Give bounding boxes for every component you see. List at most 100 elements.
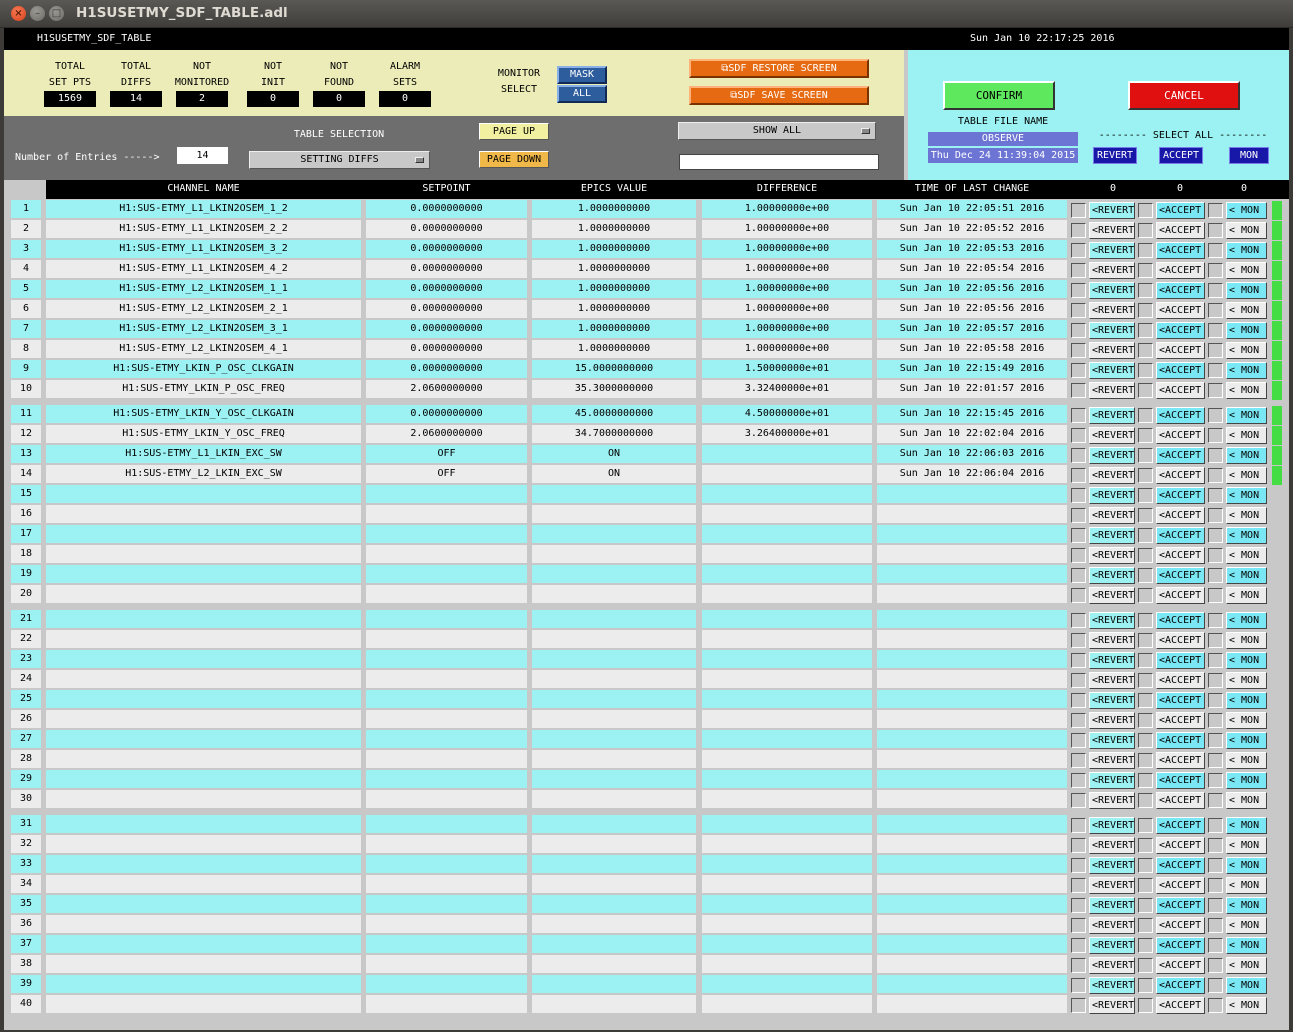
accept-checkbox[interactable]	[1138, 588, 1153, 603]
accept-checkbox[interactable]	[1138, 528, 1153, 543]
revert-checkbox[interactable]	[1071, 753, 1086, 768]
mon-button[interactable]: < MON	[1226, 837, 1267, 854]
revert-checkbox[interactable]	[1071, 528, 1086, 543]
revert-button[interactable]: <REVERT	[1089, 817, 1135, 834]
revert-button[interactable]: <REVERT	[1089, 282, 1135, 299]
revert-button[interactable]: <REVERT	[1089, 567, 1135, 584]
revert-checkbox[interactable]	[1071, 673, 1086, 688]
revert-checkbox[interactable]	[1071, 343, 1086, 358]
mon-checkbox[interactable]	[1208, 283, 1223, 298]
accept-button[interactable]: <ACCEPT	[1156, 222, 1205, 239]
accept-button[interactable]: <ACCEPT	[1156, 487, 1205, 504]
revert-button[interactable]: <REVERT	[1089, 547, 1135, 564]
mon-checkbox[interactable]	[1208, 343, 1223, 358]
revert-checkbox[interactable]	[1071, 773, 1086, 788]
mon-checkbox[interactable]	[1208, 773, 1223, 788]
revert-button[interactable]: <REVERT	[1089, 427, 1135, 444]
accept-checkbox[interactable]	[1138, 838, 1153, 853]
accept-checkbox[interactable]	[1138, 243, 1153, 258]
accept-button[interactable]: <ACCEPT	[1156, 302, 1205, 319]
accept-checkbox[interactable]	[1138, 753, 1153, 768]
revert-checkbox[interactable]	[1071, 488, 1086, 503]
mon-button[interactable]: < MON	[1226, 897, 1267, 914]
mon-checkbox[interactable]	[1208, 938, 1223, 953]
mon-checkbox[interactable]	[1208, 793, 1223, 808]
mon-checkbox[interactable]	[1208, 323, 1223, 338]
select-all-mon-button[interactable]: MON	[1229, 147, 1269, 164]
mon-checkbox[interactable]	[1208, 898, 1223, 913]
accept-button[interactable]: <ACCEPT	[1156, 322, 1205, 339]
accept-button[interactable]: <ACCEPT	[1156, 837, 1205, 854]
revert-button[interactable]: <REVERT	[1089, 302, 1135, 319]
revert-checkbox[interactable]	[1071, 223, 1086, 238]
accept-button[interactable]: <ACCEPT	[1156, 692, 1205, 709]
page-down-button[interactable]: PAGE DOWN	[479, 151, 549, 168]
revert-checkbox[interactable]	[1071, 998, 1086, 1013]
accept-checkbox[interactable]	[1138, 408, 1153, 423]
accept-checkbox[interactable]	[1138, 223, 1153, 238]
revert-checkbox[interactable]	[1071, 448, 1086, 463]
revert-checkbox[interactable]	[1071, 283, 1086, 298]
mon-checkbox[interactable]	[1208, 488, 1223, 503]
mon-button[interactable]: < MON	[1226, 362, 1267, 379]
revert-button[interactable]: <REVERT	[1089, 712, 1135, 729]
mon-checkbox[interactable]	[1208, 858, 1223, 873]
table-selection-menu[interactable]: SETTING DIFFS	[249, 151, 430, 169]
accept-button[interactable]: <ACCEPT	[1156, 407, 1205, 424]
accept-checkbox[interactable]	[1138, 633, 1153, 648]
sdf-restore-screen-button[interactable]: ⧉SDF RESTORE SCREEN	[689, 59, 869, 78]
revert-button[interactable]: <REVERT	[1089, 837, 1135, 854]
revert-button[interactable]: <REVERT	[1089, 857, 1135, 874]
revert-button[interactable]: <REVERT	[1089, 262, 1135, 279]
revert-button[interactable]: <REVERT	[1089, 752, 1135, 769]
mon-button[interactable]: < MON	[1226, 752, 1267, 769]
accept-button[interactable]: <ACCEPT	[1156, 202, 1205, 219]
accept-button[interactable]: <ACCEPT	[1156, 672, 1205, 689]
mon-checkbox[interactable]	[1208, 203, 1223, 218]
revert-checkbox[interactable]	[1071, 958, 1086, 973]
revert-checkbox[interactable]	[1071, 978, 1086, 993]
accept-checkbox[interactable]	[1138, 733, 1153, 748]
mon-checkbox[interactable]	[1208, 818, 1223, 833]
mon-checkbox[interactable]	[1208, 448, 1223, 463]
revert-button[interactable]: <REVERT	[1089, 342, 1135, 359]
confirm-button[interactable]: CONFIRM	[943, 81, 1055, 110]
filter-input[interactable]	[679, 154, 879, 170]
accept-checkbox[interactable]	[1138, 568, 1153, 583]
select-all-revert-button[interactable]: REVERT	[1093, 147, 1137, 164]
mon-button[interactable]: < MON	[1226, 222, 1267, 239]
revert-checkbox[interactable]	[1071, 508, 1086, 523]
revert-checkbox[interactable]	[1071, 243, 1086, 258]
mon-checkbox[interactable]	[1208, 548, 1223, 563]
accept-checkbox[interactable]	[1138, 468, 1153, 483]
accept-button[interactable]: <ACCEPT	[1156, 652, 1205, 669]
accept-checkbox[interactable]	[1138, 898, 1153, 913]
mon-button[interactable]: < MON	[1226, 427, 1267, 444]
select-all-accept-button[interactable]: ACCEPT	[1159, 147, 1203, 164]
mon-button[interactable]: < MON	[1226, 732, 1267, 749]
mon-checkbox[interactable]	[1208, 693, 1223, 708]
revert-checkbox[interactable]	[1071, 653, 1086, 668]
revert-button[interactable]: <REVERT	[1089, 772, 1135, 789]
accept-button[interactable]: <ACCEPT	[1156, 612, 1205, 629]
accept-button[interactable]: <ACCEPT	[1156, 467, 1205, 484]
revert-checkbox[interactable]	[1071, 203, 1086, 218]
revert-checkbox[interactable]	[1071, 938, 1086, 953]
revert-button[interactable]: <REVERT	[1089, 487, 1135, 504]
accept-button[interactable]: <ACCEPT	[1156, 712, 1205, 729]
accept-button[interactable]: <ACCEPT	[1156, 527, 1205, 544]
mon-checkbox[interactable]	[1208, 588, 1223, 603]
mon-button[interactable]: < MON	[1226, 547, 1267, 564]
mon-checkbox[interactable]	[1208, 468, 1223, 483]
mask-button[interactable]: MASK	[557, 66, 607, 84]
revert-button[interactable]: <REVERT	[1089, 692, 1135, 709]
accept-button[interactable]: <ACCEPT	[1156, 752, 1205, 769]
accept-checkbox[interactable]	[1138, 448, 1153, 463]
accept-checkbox[interactable]	[1138, 548, 1153, 563]
window-minimize-icon[interactable]: –	[30, 6, 45, 21]
accept-checkbox[interactable]	[1138, 383, 1153, 398]
accept-checkbox[interactable]	[1138, 673, 1153, 688]
mon-button[interactable]: < MON	[1226, 672, 1267, 689]
mon-checkbox[interactable]	[1208, 508, 1223, 523]
accept-button[interactable]: <ACCEPT	[1156, 997, 1205, 1014]
